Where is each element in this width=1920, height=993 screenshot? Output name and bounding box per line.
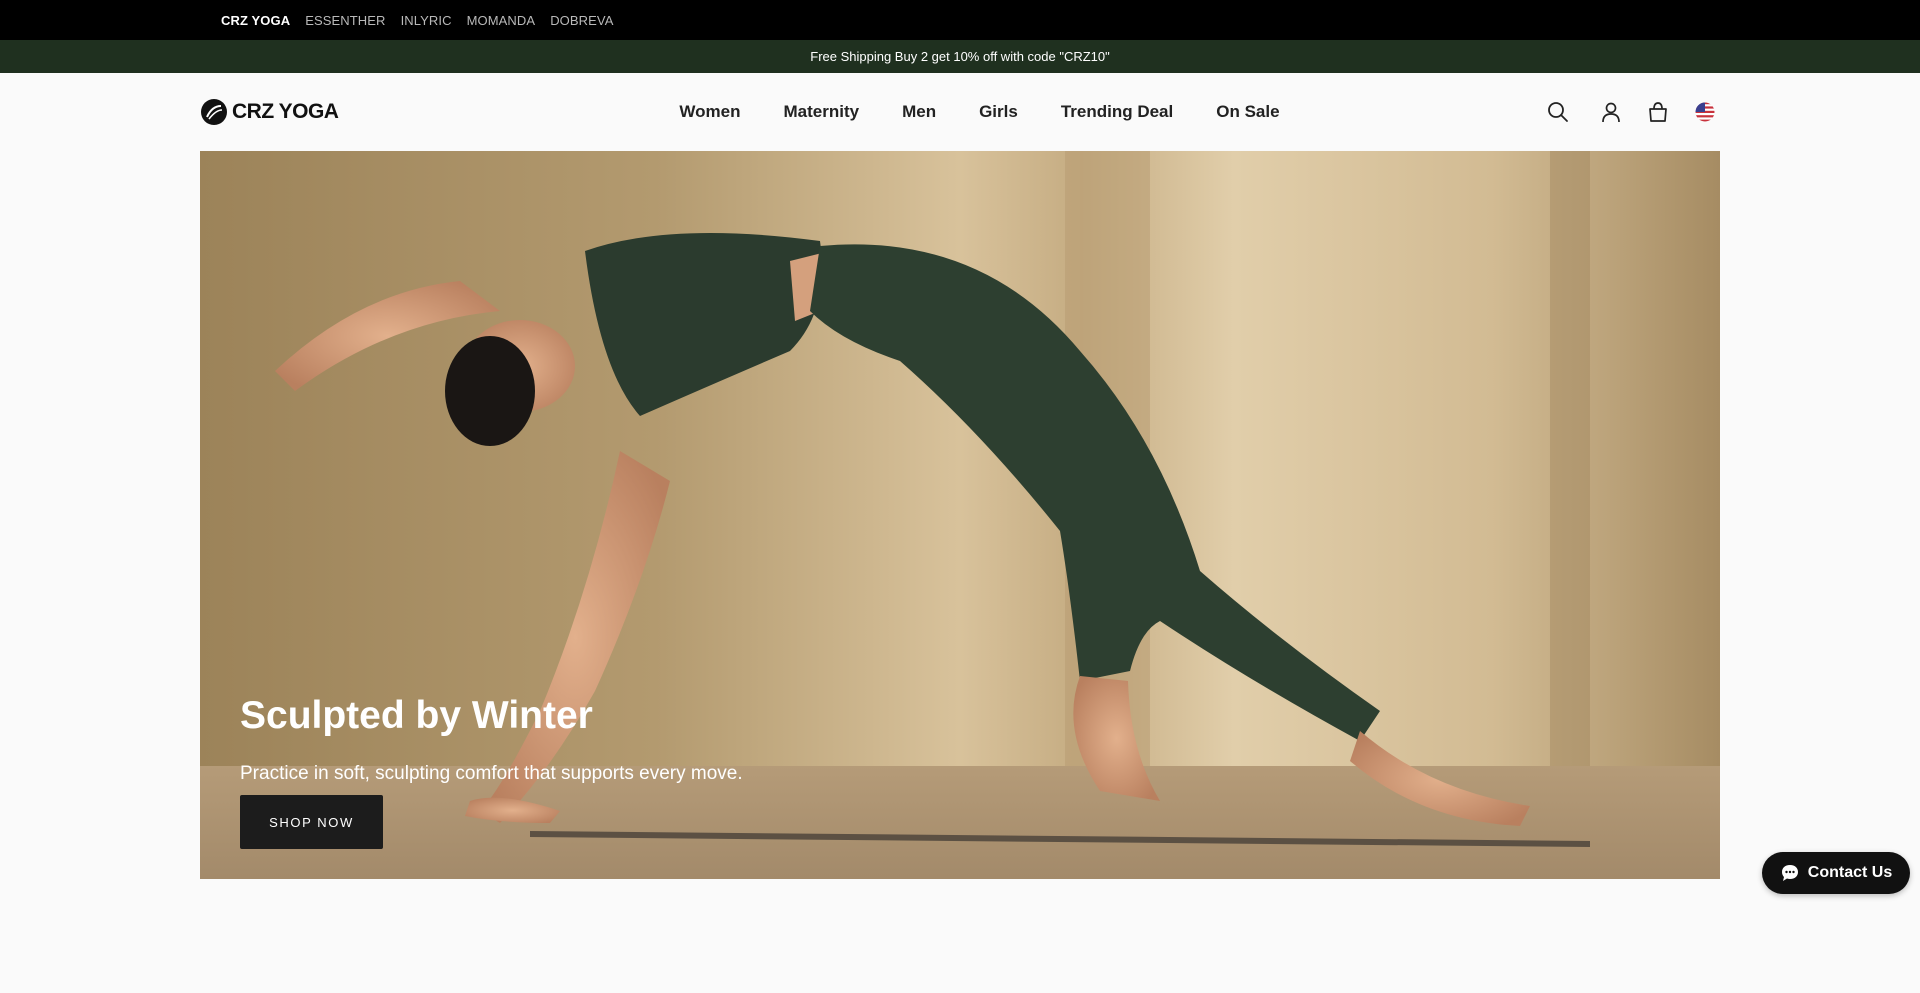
logo-mark-icon bbox=[201, 99, 227, 125]
chat-bubble-icon bbox=[1781, 865, 1798, 881]
cart-icon bbox=[1649, 102, 1667, 122]
hero-banner[interactable]: Sculpted by Winter Practice in soft, scu… bbox=[200, 151, 1720, 879]
nav-item-women[interactable]: Women bbox=[679, 102, 740, 122]
nav-item-trending-deal[interactable]: Trending Deal bbox=[1061, 102, 1173, 122]
search-icon bbox=[1548, 102, 1568, 122]
announcement-bar: Free Shipping Buy 2 get 10% off with cod… bbox=[0, 40, 1920, 73]
brand-list: CRZ YOGA ESSENTHER INLYRIC MOMANDA DOBRE… bbox=[221, 0, 614, 40]
brand-bar: CRZ YOGA ESSENTHER INLYRIC MOMANDA DOBRE… bbox=[0, 0, 1920, 40]
site-header: CRZ YOGA Women Maternity Men Girls Trend… bbox=[0, 73, 1920, 151]
country-selector[interactable] bbox=[1690, 97, 1720, 127]
contact-us-label: Contact Us bbox=[1807, 864, 1893, 881]
account-button[interactable] bbox=[1596, 97, 1626, 127]
brand-link-essenther[interactable]: ESSENTHER bbox=[305, 13, 385, 28]
shop-now-button[interactable]: SHOP NOW bbox=[240, 795, 383, 849]
announcement-text: Free Shipping Buy 2 get 10% off with cod… bbox=[810, 49, 1110, 64]
account-icon bbox=[1602, 102, 1620, 123]
nav-item-on-sale[interactable]: On Sale bbox=[1216, 102, 1279, 122]
brand-link-momanda[interactable]: MOMANDA bbox=[467, 13, 536, 28]
us-flag-icon bbox=[1695, 102, 1715, 122]
logo-text: CRZ YOGA bbox=[232, 100, 339, 123]
contact-us-button[interactable]: Contact Us bbox=[1762, 852, 1910, 894]
hero-subtitle: Practice in soft, sculpting comfort that… bbox=[240, 763, 743, 784]
header-actions bbox=[1543, 97, 1720, 127]
search-button[interactable] bbox=[1543, 97, 1573, 127]
brand-link-crz-yoga[interactable]: CRZ YOGA bbox=[221, 13, 290, 28]
nav-item-girls[interactable]: Girls bbox=[979, 102, 1018, 122]
cart-button[interactable] bbox=[1643, 97, 1673, 127]
brand-link-inlyric[interactable]: INLYRIC bbox=[401, 13, 452, 28]
nav-item-maternity[interactable]: Maternity bbox=[784, 102, 860, 122]
site-logo[interactable]: CRZ YOGA bbox=[200, 97, 339, 127]
nav-item-men[interactable]: Men bbox=[902, 102, 936, 122]
brand-link-dobreva[interactable]: DOBREVA bbox=[550, 13, 613, 28]
hero-title: Sculpted by Winter bbox=[240, 694, 593, 737]
